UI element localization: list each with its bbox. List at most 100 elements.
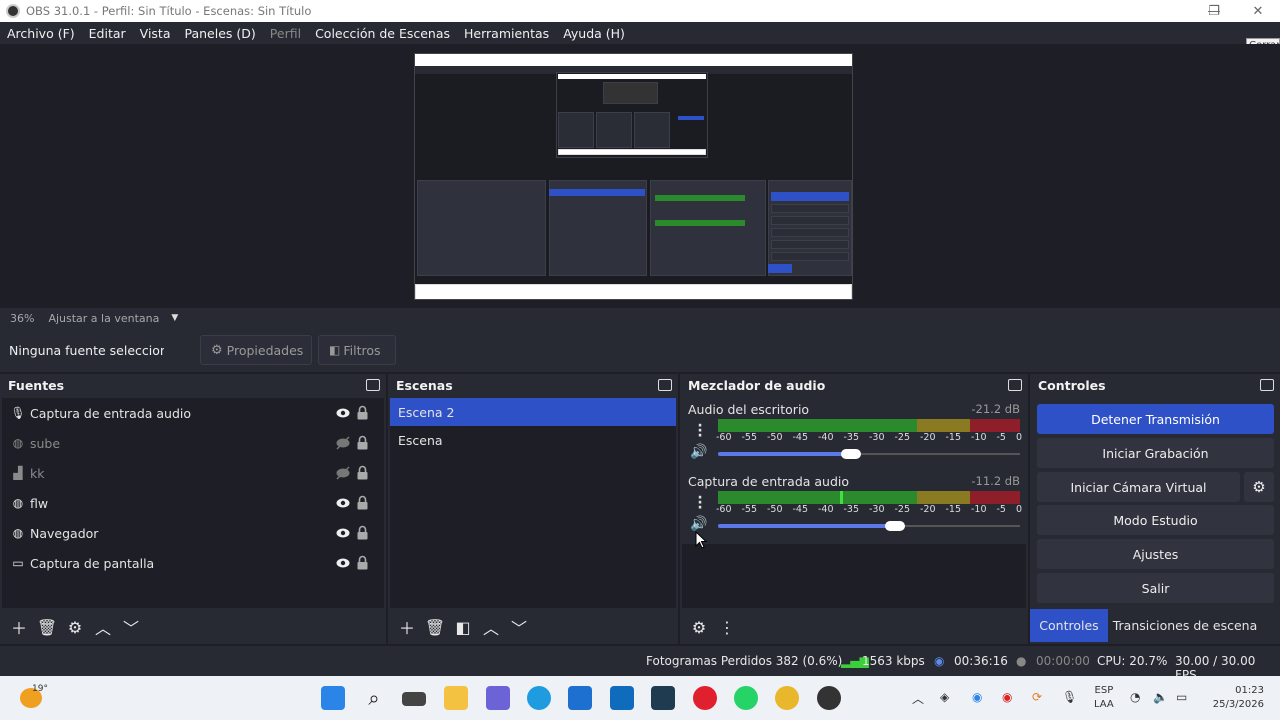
visibility-eye-icon[interactable] [336,406,350,420]
menu-paneles[interactable]: Paneles (D) [178,26,263,41]
exit-button[interactable]: Salir [1037,573,1274,603]
opera-icon[interactable] [693,686,717,710]
hidden-eye-icon[interactable] [336,466,350,480]
visibility-eye-icon[interactable] [336,526,350,540]
menu-ayuda[interactable]: Ayuda (H) [556,26,632,41]
source-item[interactable]: ▭ Captura de pantalla [2,548,384,578]
studio-mode-button[interactable]: Modo Estudio [1037,505,1274,535]
menu-coleccion-escenas[interactable]: Colección de Escenas [308,26,457,41]
clock[interactable]: 01:23 25/3/2026 [1210,684,1264,712]
volume-slider[interactable] [718,524,895,528]
wifi-icon[interactable]: ◔ [1130,690,1140,704]
move-down-icon[interactable]: ﹀ [118,614,144,640]
remove-source-icon[interactable]: 🗑 [34,614,60,640]
move-up-icon[interactable]: ︿ [90,614,116,640]
volume-icon[interactable]: 🔈 [1153,690,1168,704]
tray-sync-icon[interactable]: ⟳ [1032,690,1042,704]
visibility-eye-icon[interactable] [336,496,350,510]
undock-icon[interactable] [366,379,380,391]
source-item[interactable]: ◍ Navegador [2,518,384,548]
lock-icon[interactable] [357,465,368,480]
lock-icon[interactable] [357,405,368,420]
virtual-camera-settings-icon[interactable]: ⚙ [1244,472,1274,502]
task-view-icon[interactable] [402,692,426,706]
fit-window-label[interactable]: Ajustar a la ventana [48,312,159,325]
language-indicator[interactable]: ESP LAA [1094,684,1114,712]
record-icon: ● [1016,654,1027,668]
start-icon[interactable] [321,686,345,710]
menu-herramientas[interactable]: Herramientas [457,26,556,41]
lock-icon[interactable] [357,555,368,570]
virtual-camera-button[interactable]: Iniciar Cámara Virtual [1037,472,1240,502]
menu-editar[interactable]: Editar [82,26,133,41]
source-item[interactable]: ▟ kk [2,458,384,488]
menu-vista[interactable]: Vista [133,26,178,41]
source-item[interactable]: ◍ sube [2,428,384,458]
battery-icon[interactable]: ▭ [1176,690,1187,704]
program-preview[interactable] [414,53,853,300]
audio-mixer-dock: Mezclador de audio Audio del escritorio … [680,374,1028,644]
tab-controls[interactable]: Controles [1030,609,1108,642]
undock-icon[interactable] [1008,379,1022,391]
scene-filter-icon[interactable]: ◧ [450,614,476,640]
outlook-icon[interactable] [610,686,634,710]
volume-knob[interactable] [841,449,861,459]
visibility-eye-icon[interactable] [336,556,350,570]
mixer-menu-icon[interactable]: ⋮ [714,614,740,640]
source-settings-icon[interactable]: ⚙ [62,614,88,640]
whatsapp-icon[interactable] [734,686,758,710]
edge-icon[interactable] [527,686,551,710]
menu-perfil[interactable]: Perfil [263,26,308,41]
tray-app-icon[interactable]: ◈ [940,690,949,704]
remove-scene-icon[interactable]: 🗑 [422,614,448,640]
advanced-audio-icon[interactable]: ⚙ [686,614,712,640]
channel-menu-icon[interactable]: · · · [694,419,706,443]
properties-button[interactable]: ⚙ Propiedades [200,335,312,365]
source-item[interactable]: ◍ flw [2,488,384,518]
volume-meter [718,491,1020,504]
filters-button[interactable]: ◧ Filtros [318,335,396,365]
speaker-icon[interactable]: 🔊 [690,444,710,462]
scene-item[interactable]: Escena [390,426,676,454]
undock-icon[interactable] [1260,379,1274,391]
store-icon[interactable] [568,686,592,710]
zoom-dropdown-icon[interactable]: ▼ [171,313,178,323]
lock-icon[interactable] [357,525,368,540]
move-up-icon[interactable]: ︿ [478,614,504,640]
close-button[interactable]: ✕ [1236,0,1280,22]
stop-stream-button[interactable]: Detener Transmisión [1037,404,1274,434]
status-bar: Fotogramas Perdidos 382 (0.6%) ▂▄▆ 1563 … [0,646,1280,682]
teams-icon[interactable] [486,686,510,710]
volume-knob[interactable] [885,521,905,531]
filter-icon: ◧ [329,343,341,357]
file-explorer-icon[interactable] [444,686,468,710]
hidden-eye-icon[interactable] [336,436,350,450]
tray-app-icon[interactable]: ◉ [972,690,982,704]
app-icon[interactable] [651,686,675,710]
undock-icon[interactable] [658,379,672,391]
settings-button[interactable]: Ajustes [1037,539,1274,569]
lock-icon[interactable] [357,435,368,450]
search-icon[interactable]: ⌕ [362,686,386,710]
obs-taskbar-icon[interactable] [817,686,841,710]
volume-slider[interactable] [718,452,851,456]
sources-header: Fuentes [0,374,386,396]
maximize-button[interactable]: ❐ [1192,0,1236,22]
move-down-icon[interactable]: ﹀ [506,614,532,640]
chrome-icon[interactable] [775,686,799,710]
microphone-icon[interactable]: 🎙 [1062,690,1077,704]
mouse-cursor-icon [695,531,707,549]
tray-chevron-icon[interactable]: ︿ [912,690,924,707]
menu-archivo[interactable]: Archivo (F) [0,26,82,41]
lock-icon[interactable] [357,495,368,510]
source-item[interactable]: 🎙 Captura de entrada audio [2,398,384,428]
tab-scene-transitions[interactable]: Transiciones de escena [1108,609,1262,642]
tray-app-icon[interactable]: ◉ [1002,690,1012,704]
dropped-frames: Fotogramas Perdidos 382 (0.6%) [646,654,843,668]
scene-item[interactable]: Escena 2 [390,398,676,426]
start-recording-button[interactable]: Iniciar Grabación [1037,438,1274,468]
channel-menu-icon[interactable]: · · · [694,491,706,515]
mixer-title: Mezclador de audio [688,377,826,393]
add-source-icon[interactable]: ＋ [6,614,32,640]
add-scene-icon[interactable]: ＋ [394,614,420,640]
